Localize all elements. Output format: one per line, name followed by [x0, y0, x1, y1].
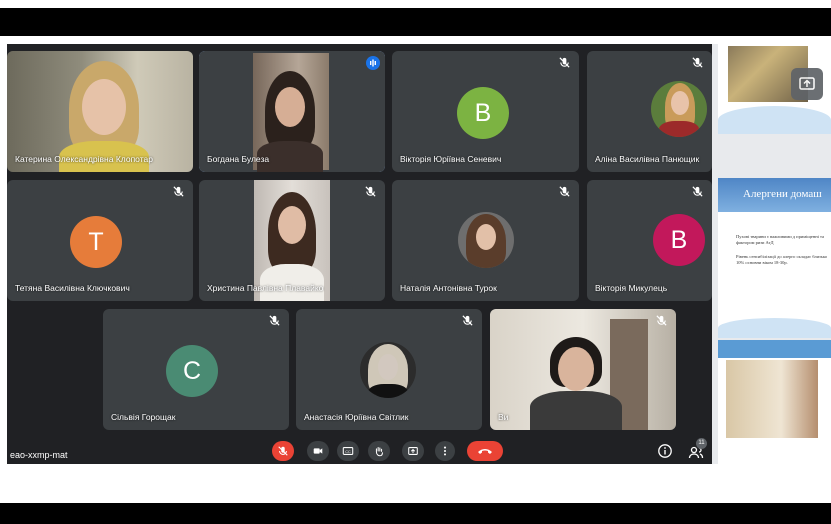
participant-tile[interactable]: Христина Павлівна Плавайко [199, 180, 385, 301]
participant-tile[interactable]: Ви [490, 309, 676, 430]
mic-off-icon [278, 446, 288, 456]
presentation-panel[interactable]: Алергени домаш Пухові тварини є важливим… [712, 44, 831, 464]
participant-tile[interactable]: В Вікторія Микулець [587, 180, 712, 301]
hangup-icon [478, 449, 492, 454]
raise-hand-button[interactable] [368, 441, 390, 461]
mic-off-icon [269, 315, 280, 326]
participant-tile[interactable]: С Сільвія Горощак [103, 309, 289, 430]
info-icon [658, 444, 672, 458]
present-now-button[interactable] [791, 68, 823, 100]
participant-name: Катерина Олександрівна Клопотар [15, 154, 153, 164]
mic-off-icon [559, 57, 570, 68]
mic-off-icon [656, 315, 667, 326]
participant-avatar: Т [70, 216, 122, 268]
letterbox-top [0, 8, 831, 36]
mic-off-icon [692, 186, 703, 197]
svg-text:CC: CC [345, 450, 351, 454]
mic-off-icon [365, 186, 376, 197]
participant-name: Вікторія Юріївна Сеневич [400, 154, 502, 164]
participant-name: Богдана Булеза [207, 154, 270, 164]
more-options-button[interactable] [435, 441, 455, 461]
mic-off-icon [692, 57, 703, 68]
participant-tile[interactable]: Наталія Антонівна Турок [392, 180, 579, 301]
slide-thumbnail[interactable]: Алергени домаш Пухові тварини є важливим… [718, 178, 831, 338]
meeting-code: eao-xxmp-mat [10, 450, 68, 460]
participant-photo [458, 212, 514, 268]
present-icon [408, 447, 418, 455]
participant-name: Наталія Антонівна Турок [400, 283, 497, 293]
participant-video [490, 309, 676, 430]
camera-icon [313, 448, 323, 454]
participant-tile[interactable]: Анастасія Юріївна Світлик [296, 309, 482, 430]
captions-icon: CC [342, 447, 354, 455]
camera-toggle-button[interactable] [307, 441, 329, 461]
participant-tile[interactable]: В Вікторія Юріївна Сеневич [392, 51, 579, 172]
participant-tile[interactable]: Т Тетяна Василівна Ключкович [7, 180, 193, 301]
letterbox-bottom [0, 503, 831, 524]
mic-toggle-button[interactable] [272, 441, 294, 461]
participant-photo [360, 342, 416, 398]
participant-photo [651, 81, 707, 137]
participant-avatar: В [653, 214, 705, 266]
participant-tile[interactable]: Катерина Олександрівна Клопотар [7, 51, 193, 172]
meet-window: Катерина Олександрівна Клопотар Богдана … [7, 44, 831, 464]
meeting-info-button[interactable] [657, 443, 673, 459]
participant-name: Тетяна Василівна Ключкович [15, 283, 130, 293]
speaking-indicator-icon [366, 56, 380, 70]
slide-title: Алергени домаш [743, 188, 822, 200]
participant-name: Аліна Василівна Панющик [595, 154, 700, 164]
mic-off-icon [462, 315, 473, 326]
participant-avatar: В [457, 87, 509, 139]
mic-off-icon [559, 186, 570, 197]
participant-name: Сільвія Горощак [111, 412, 176, 422]
participant-tile[interactable]: Богдана Булеза [199, 51, 385, 172]
present-button[interactable] [402, 441, 424, 461]
slide-thumbnail[interactable] [718, 340, 831, 464]
leave-call-button[interactable] [467, 441, 503, 461]
participant-tile[interactable]: Аліна Василівна Панющик [587, 51, 712, 172]
slide-bullet: Рівень сенсибілізації до алерго складає … [736, 254, 828, 265]
participant-name: Христина Павлівна Плавайко [207, 283, 324, 293]
captions-button[interactable]: CC [337, 441, 359, 461]
people-count-badge: 11 [696, 438, 707, 449]
participant-avatar: С [166, 345, 218, 397]
slide-bullet: Пухові тварини є важливими д приміщенні … [736, 234, 825, 245]
participant-name: Вікторія Микулець [595, 283, 668, 293]
participant-name: Ви [498, 412, 509, 422]
raise-hand-icon [375, 447, 383, 457]
participant-name: Анастасія Юріївна Світлик [304, 412, 409, 422]
more-vert-icon [443, 446, 447, 456]
mic-off-icon [173, 186, 184, 197]
